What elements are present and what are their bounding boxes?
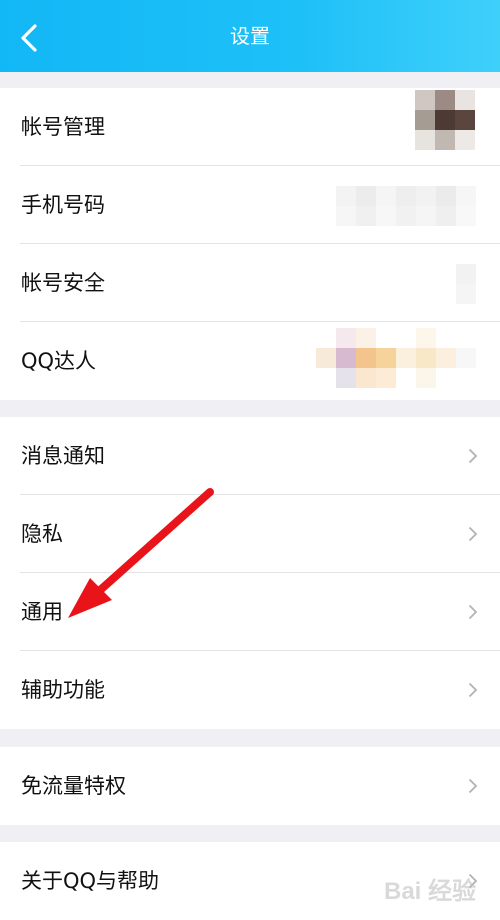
blurred-phone-value [336, 186, 476, 226]
about-help-label: 关于QQ与帮助 [21, 869, 160, 893]
chevron-right-icon [468, 682, 478, 698]
blurred-qq-expert-badges [316, 328, 476, 388]
message-notification-item[interactable]: 消息通知 [0, 417, 500, 495]
back-arrow-icon[interactable] [10, 18, 50, 58]
account-security-item[interactable]: 帐号安全 [0, 244, 500, 322]
qq-expert-label: QQ达人 [21, 349, 97, 373]
accessibility-item[interactable]: 辅助功能 [0, 651, 500, 729]
baidu-watermark-logo: Bai 经验 [384, 877, 476, 905]
account-group: 帐号管理 手机号码 帐号安全 QQ达人 [0, 88, 500, 400]
account-security-label: 帐号安全 [21, 271, 105, 295]
free-data-privilege-item[interactable]: 免流量特权 [0, 747, 500, 825]
blurred-security-value [456, 264, 476, 304]
chevron-right-icon [468, 526, 478, 542]
privilege-group: 免流量特权 [0, 747, 500, 825]
privacy-label: 隐私 [21, 522, 63, 546]
chevron-right-icon [468, 448, 478, 464]
general-label: 通用 [21, 600, 63, 624]
blurred-avatar [415, 90, 475, 150]
title-bar: 设置 [0, 0, 500, 72]
settings-group: 消息通知 隐私 通用 辅助功能 [0, 417, 500, 729]
page-title: 设置 [230, 24, 270, 48]
free-data-privilege-label: 免流量特权 [21, 774, 126, 798]
message-notification-label: 消息通知 [21, 444, 105, 468]
account-management-label: 帐号管理 [21, 115, 105, 139]
general-item[interactable]: 通用 [0, 573, 500, 651]
qq-expert-item[interactable]: QQ达人 [0, 322, 500, 400]
privacy-item[interactable]: 隐私 [0, 495, 500, 573]
accessibility-label: 辅助功能 [21, 678, 105, 702]
phone-number-item[interactable]: 手机号码 [0, 166, 500, 244]
chevron-right-icon [468, 778, 478, 794]
account-management-item[interactable]: 帐号管理 [0, 88, 500, 166]
chevron-right-icon [468, 604, 478, 620]
watermark-text: Bai 经验 [384, 877, 476, 905]
phone-number-label: 手机号码 [21, 193, 105, 217]
